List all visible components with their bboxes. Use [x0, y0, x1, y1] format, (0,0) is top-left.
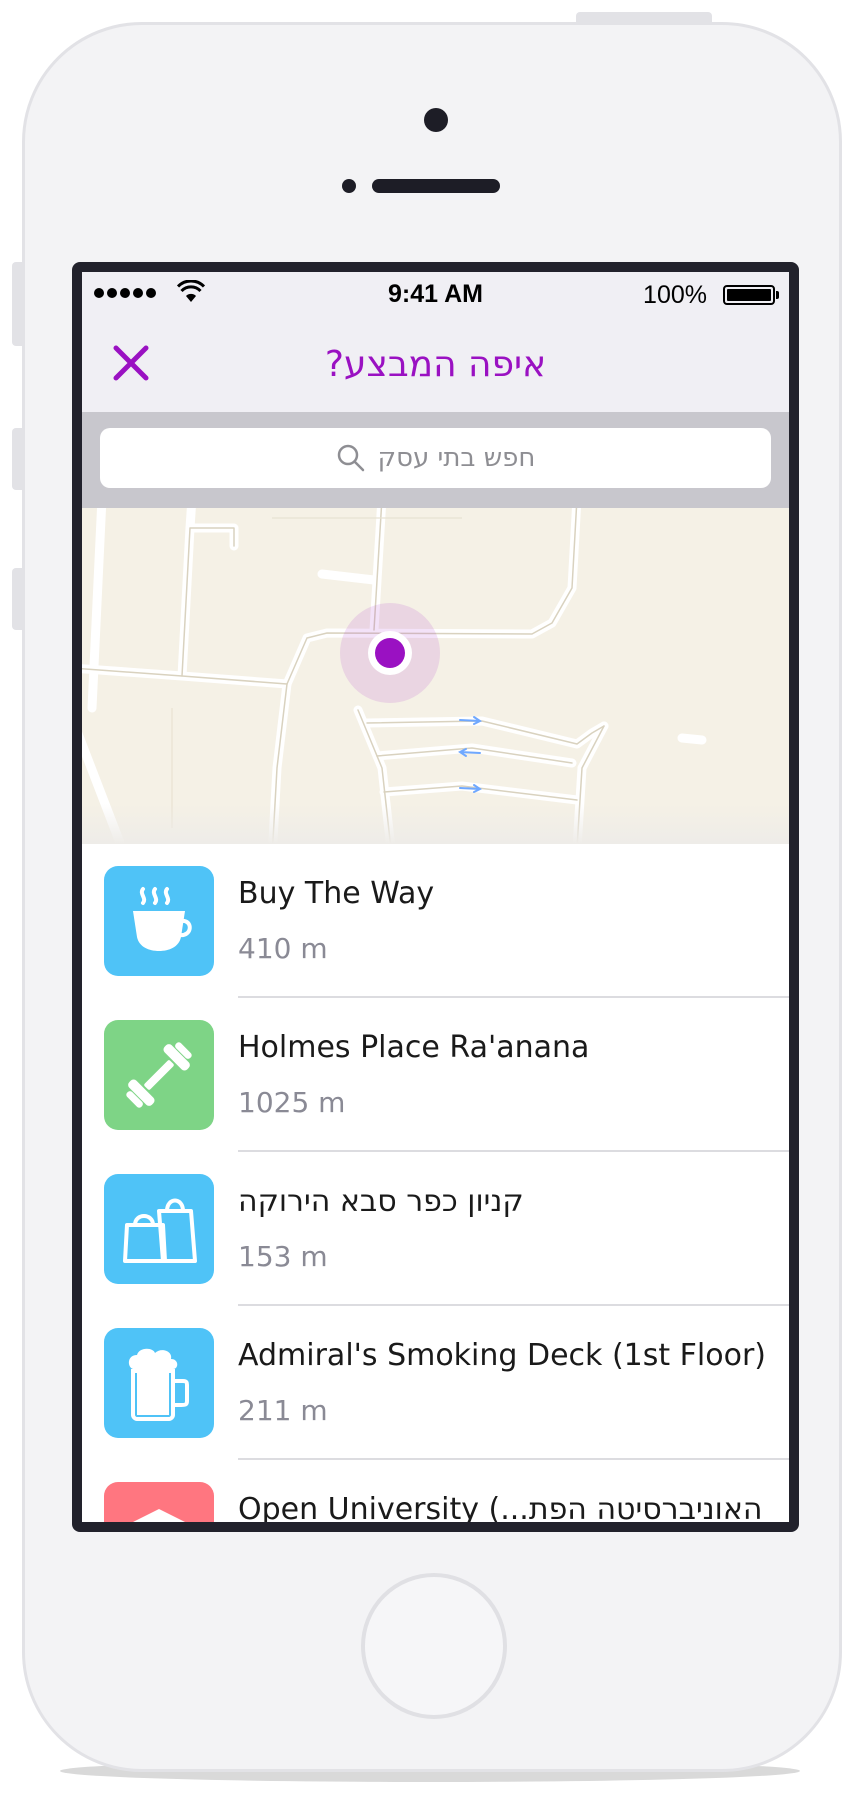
search-bar-container: חפש בתי עסק [82, 412, 789, 508]
list-item[interactable]: Buy The Way 410 m [82, 844, 789, 998]
nav-bar: איפה המבצע? [82, 316, 789, 412]
earpiece-speaker [372, 179, 500, 193]
place-distance: 153 m [238, 1240, 328, 1273]
battery-icon [723, 285, 775, 305]
place-icon-container [104, 1328, 214, 1438]
place-icon-container [104, 1482, 214, 1522]
place-name: Buy The Way [238, 876, 435, 911]
list-item[interactable]: Admiral's Smoking Deck (1st Floor) 211 m [82, 1306, 789, 1460]
list-item[interactable]: קניון כפר סבא הירוקה 153 m [82, 1152, 789, 1306]
status-bar: 9:41 AM 100% [82, 272, 789, 316]
place-distance: 1025 m [238, 1086, 346, 1119]
list-item[interactable]: Holmes Place Ra'anana 1025 m [82, 998, 789, 1152]
place-distance: 410 m [238, 932, 328, 965]
place-icon-container [104, 866, 214, 976]
place-icon-container [104, 1020, 214, 1130]
battery-percentage: 100% [643, 281, 707, 309]
search-icon [337, 444, 364, 472]
battery-tip [776, 291, 779, 299]
proximity-sensor [342, 179, 356, 193]
search-placeholder: חפש בתי עסק [377, 443, 536, 473]
app-screen: 9:41 AM 100% איפה המבצע? חפש בתי עסק Buy… [82, 272, 789, 1522]
places-list: Buy The Way 410 m Holmes Place Ra'anana … [82, 844, 789, 1522]
front-camera [424, 108, 448, 132]
map-view[interactable] [82, 508, 789, 844]
university-icon [133, 1509, 185, 1522]
map-roads [82, 508, 707, 844]
place-name: Open University (...האוניברסיטה הפת [238, 1492, 763, 1522]
page-title: איפה המבצע? [324, 344, 547, 385]
place-name: Holmes Place Ra'anana [238, 1030, 590, 1065]
coffee-cup-icon [133, 887, 192, 951]
search-input[interactable]: חפש בתי עסק [100, 428, 771, 488]
place-icon-container [104, 1174, 214, 1284]
dumbbell-icon [126, 1042, 192, 1108]
list-item[interactable]: Open University (...האוניברסיטה הפת [82, 1460, 789, 1522]
place-name: Admiral's Smoking Deck (1st Floor) [238, 1338, 767, 1373]
home-button[interactable] [361, 1573, 507, 1719]
place-name: קניון כפר סבא הירוקה [238, 1184, 524, 1219]
map-fade [82, 804, 789, 844]
shopping-bags-icon [123, 1198, 197, 1263]
beer-mug-icon [128, 1348, 189, 1421]
place-distance: 211 m [238, 1394, 328, 1427]
